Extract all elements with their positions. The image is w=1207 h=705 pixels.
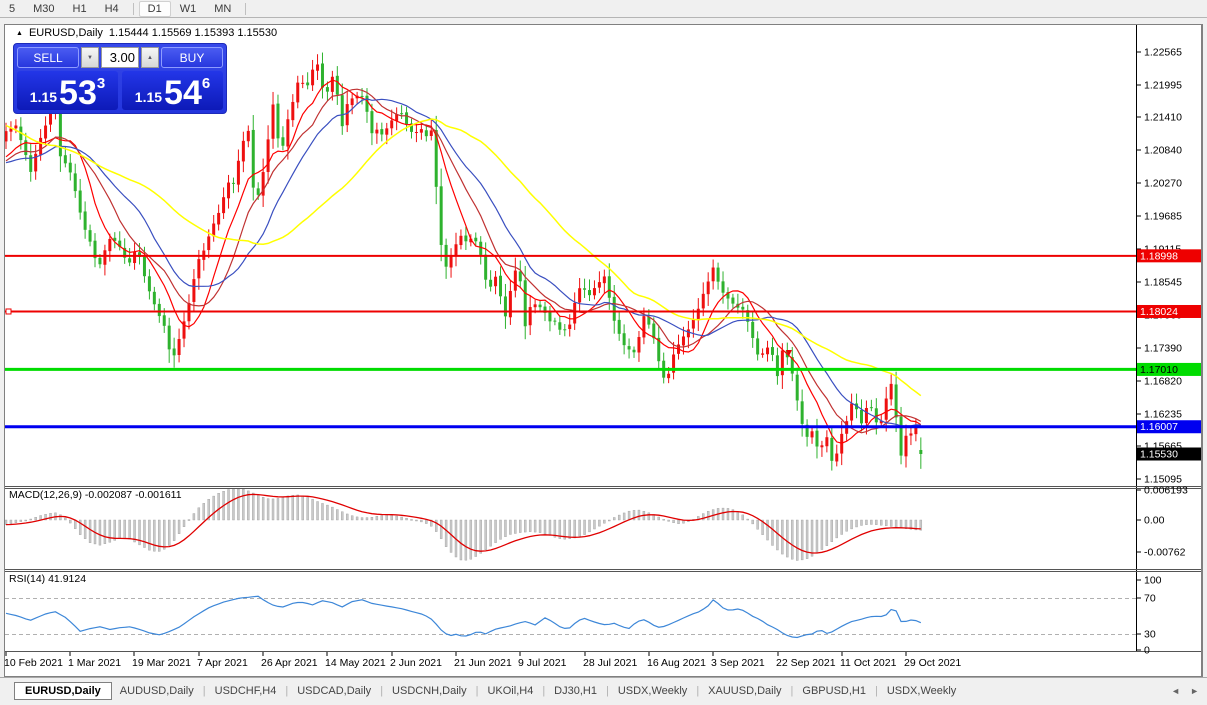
date-label: 22 Sep 2021 [776,657,836,669]
macd-tick-label: 0.00 [1144,515,1165,527]
macd-tick-label: 0.006193 [1144,485,1188,497]
chart-tab-ukoil-h4[interactable]: UKOil,H4 [479,683,541,699]
price-tick-label: 1.19685 [1144,211,1182,223]
chart-tab-audusd-daily[interactable]: AUDUSD,Daily [112,683,202,699]
rsi-tick-label: 0 [1144,645,1150,657]
tab-scroll-arrows: ◄► [1171,686,1207,696]
chart-tab-usdchf-h4[interactable]: USDCHF,H4 [207,683,285,699]
price-tick-label: 1.20270 [1144,178,1182,190]
buy-price-box[interactable]: 1.15 54 6 [122,71,223,110]
toolbar-separator [133,3,134,15]
timeframe-button-W1[interactable]: W1 [171,1,206,17]
macd-label: MACD(12,26,9) -0.002087 -0.001611 [9,489,182,501]
timeframe-button-H1[interactable]: H1 [64,1,96,17]
chart-tab-usdcnh-daily[interactable]: USDCNH,Daily [384,683,475,699]
buy-price-pip: 6 [202,75,210,92]
rsi-tick-label: 70 [1144,593,1156,605]
price-tick-label: 1.16820 [1144,376,1182,388]
tab-scroll-right-icon[interactable]: ► [1190,686,1199,696]
date-label: 1 Mar 2021 [68,657,121,669]
price-flag-1.15530: 1.15530 [1140,449,1178,461]
timeframe-toolbar: 5M30H1H4 D1W1MN [0,0,1207,18]
timeframe-button-M30[interactable]: M30 [24,1,63,17]
date-label: 3 Sep 2021 [711,657,765,669]
price-tick-label: 1.20840 [1144,145,1182,157]
spin-up-icon: ▲ [147,55,153,61]
price-tick-label: 1.16235 [1144,409,1182,421]
one-click-trading-panel: SELL ▼ ▲ BUY 1.15 53 3 1.15 54 6 [13,43,227,114]
timeframe-button-D1[interactable]: D1 [139,1,171,17]
volume-increase-button[interactable]: ▲ [141,47,159,68]
collapse-triangle-icon[interactable]: ▲ [16,30,23,37]
symbol-period-label: EURUSD,Daily [29,27,103,39]
volume-input[interactable] [101,47,139,68]
date-label: 29 Oct 2021 [904,657,961,669]
date-label: 7 Apr 2021 [197,657,248,669]
date-label: 21 Jun 2021 [454,657,512,669]
buy-price-big: 54 [164,77,202,109]
volume-decrease-button[interactable]: ▼ [81,47,99,68]
sell-price-box[interactable]: 1.15 53 3 [17,71,118,110]
chart-title: ▲ EURUSD,Daily 1.15444 1.15569 1.15393 1… [16,27,277,39]
price-flag-1.18998: 1.18998 [1140,250,1178,262]
rsi-tick-label: 100 [1144,575,1162,587]
price-flag-1.17010: 1.17010 [1140,364,1178,376]
price-tick-label: 1.22565 [1144,47,1182,59]
date-label: 26 Apr 2021 [261,657,318,669]
date-label: 16 Aug 2021 [647,657,706,669]
price-flag-1.16007: 1.16007 [1140,421,1178,433]
buy-price-prefix: 1.15 [135,89,162,105]
symbol-tab-bar: EURUSD,DailyAUDUSD,Daily|USDCHF,H4|USDCA… [0,677,1207,703]
chart-tab-eurusd-daily[interactable]: EURUSD,Daily [14,682,112,700]
buy-button[interactable]: BUY [161,47,223,68]
price-tick-label: 1.21995 [1144,80,1182,92]
date-label: 11 Oct 2021 [840,657,897,669]
toolbar-separator [245,3,246,15]
timeframe-button-H4[interactable]: H4 [96,1,128,17]
chart-tab-usdx-weekly[interactable]: USDX,Weekly [879,683,964,699]
price-tick-label: 1.17390 [1144,343,1182,355]
price-tick-label: 1.21410 [1144,112,1182,124]
date-label: 2 Jun 2021 [390,657,442,669]
sell-price-prefix: 1.15 [30,89,57,105]
date-label: 28 Jul 2021 [583,657,637,669]
rsi-tick-label: 30 [1144,629,1156,641]
chart-tab-usdx-weekly[interactable]: USDX,Weekly [610,683,695,699]
timeframe-button-5[interactable]: 5 [0,1,24,17]
date-label: 10 Feb 2021 [4,657,63,669]
sell-price-pip: 3 [97,75,105,92]
price-tick-label: 1.18545 [1144,277,1182,289]
date-label: 19 Mar 2021 [132,657,191,669]
chart-tab-dj30-h1[interactable]: DJ30,H1 [546,683,605,699]
macd-tick-label: -0.00762 [1144,547,1186,559]
timeframe-button-MN[interactable]: MN [205,1,240,17]
chart-tab-gbpusd-h1[interactable]: GBPUSD,H1 [794,683,874,699]
ohlc-values: 1.15444 1.15569 1.15393 1.15530 [109,27,277,39]
price-flag-1.18024: 1.18024 [1140,306,1178,318]
rsi-label: RSI(14) 41.9124 [9,573,86,585]
chart-tab-xauusd-daily[interactable]: XAUUSD,Daily [700,683,789,699]
date-label: 9 Jul 2021 [518,657,567,669]
date-label: 14 May 2021 [325,657,386,669]
sell-button[interactable]: SELL [17,47,79,68]
sell-price-big: 53 [59,77,97,109]
spin-down-icon: ▼ [87,55,93,61]
tab-scroll-left-icon[interactable]: ◄ [1171,686,1180,696]
chart-tab-usdcad-daily[interactable]: USDCAD,Daily [289,683,379,699]
